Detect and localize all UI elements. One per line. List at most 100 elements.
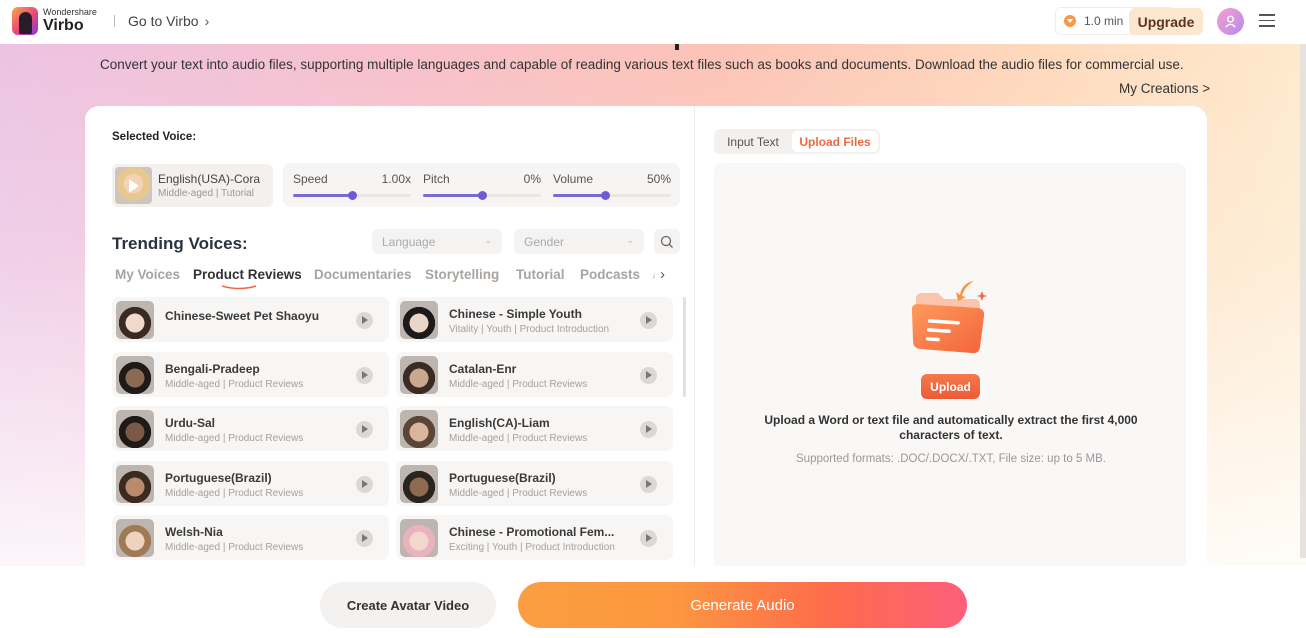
language-placeholder: Language	[382, 234, 436, 249]
user-avatar[interactable]	[1217, 8, 1244, 35]
speed-value: 1.00x	[381, 172, 411, 186]
search-icon	[660, 235, 673, 248]
tab-input-text[interactable]: Input Text	[716, 131, 790, 152]
play-preview-icon[interactable]	[640, 421, 657, 438]
speed-track[interactable]	[293, 191, 411, 200]
voice-list-item[interactable]: Portuguese(Brazil) Middle-aged | Product …	[396, 460, 673, 506]
my-creations-link[interactable]: My Creations >	[1119, 81, 1210, 96]
voice-list-item[interactable]: Urdu-Sal Middle-aged | Product Reviews	[112, 406, 389, 451]
tab-my-voices[interactable]: My Voices	[115, 267, 180, 282]
volume-slider[interactable]: Volume 50%	[553, 163, 671, 207]
voice-name: Portuguese(Brazil)	[449, 470, 556, 485]
selected-voice-avatar-play-icon[interactable]	[115, 167, 152, 204]
voice-list-item[interactable]: Catalan-Enr Middle-aged | Product Reviews	[396, 351, 673, 397]
voice-tags: Middle-aged | Product Reviews	[165, 378, 304, 390]
chevron-right-icon: ›	[204, 13, 210, 29]
voice-list-item[interactable]: Chinese - Promotional Fem... Exciting | Y…	[396, 515, 673, 560]
voice-list-item[interactable]: Portuguese(Brazil) Middle-aged | Product …	[112, 460, 389, 506]
create-avatar-video-button[interactable]: Create Avatar Video	[320, 582, 496, 628]
active-tab-underline	[221, 285, 257, 290]
logo-product: Virbo	[43, 17, 84, 34]
page-scrollbar[interactable]	[1300, 44, 1306, 558]
selected-voice-tags: Middle-aged | Tutorial	[158, 188, 254, 199]
voice-name: Welsh-Nia	[165, 525, 223, 539]
gender-dropdown[interactable]: Gender ⌄	[514, 229, 644, 254]
selected-voice-card[interactable]: English(USA)-Cora Middle-aged | Tutorial	[112, 164, 273, 207]
page-subtitle: Convert your text into audio files, supp…	[100, 57, 1184, 72]
voice-list-item[interactable]: Chinese - Simple Youth Vitality | Youth |…	[396, 297, 673, 342]
voice-name: Chinese - Promotional Fem...	[449, 525, 615, 539]
tab-upload-files[interactable]: Upload Files	[792, 131, 878, 152]
pitch-knob[interactable]	[478, 191, 487, 200]
upload-description: Upload a Word or text file and automatic…	[764, 413, 1138, 442]
voice-tags: Vitality | Youth | Product Introduction	[449, 324, 610, 335]
voice-list-item[interactable]: Welsh-Nia Middle-aged | Product Reviews	[112, 515, 389, 560]
logo[interactable]: Wondershare Virbo	[12, 7, 97, 35]
voice-list-scrollbar[interactable]	[683, 297, 686, 397]
play-preview-icon[interactable]	[640, 366, 657, 384]
play-preview-icon[interactable]	[356, 475, 373, 493]
speed-label: Speed	[293, 172, 328, 186]
upload-dropzone[interactable]	[714, 163, 1186, 566]
hamburger-menu-icon[interactable]	[1259, 14, 1275, 28]
pitch-slider[interactable]: Pitch 0%	[423, 163, 541, 207]
speed-slider[interactable]: Speed 1.00x	[293, 163, 411, 207]
top-bar: Wondershare Virbo Go to Virbo › 1.0 min …	[0, 0, 1306, 44]
voice-avatar	[116, 301, 154, 339]
play-preview-icon[interactable]	[640, 475, 657, 493]
tabs-next-chevron-icon[interactable]: ›	[660, 266, 665, 283]
voice-list-item[interactable]: Bengali-Pradeep Middle-aged | Product Rev…	[112, 351, 389, 397]
speed-knob[interactable]	[348, 191, 357, 200]
go-to-virbo-label: Go to Virbo	[128, 13, 199, 29]
volume-value: 50%	[646, 172, 671, 186]
selected-voice-name: English(USA)-Cora	[158, 172, 261, 186]
upgrade-button[interactable]: Upgrade	[1129, 8, 1203, 35]
voice-avatar	[400, 355, 438, 394]
play-preview-icon[interactable]	[356, 421, 373, 438]
voice-avatar	[400, 301, 438, 339]
volume-track[interactable]	[553, 191, 671, 200]
upload-button[interactable]: Upload	[921, 374, 980, 399]
voice-list-item[interactable]: Chinese-Sweet Pet Shaoyu	[112, 297, 389, 342]
play-preview-icon[interactable]	[640, 312, 657, 329]
voice-name: Portuguese(Brazil)	[165, 470, 272, 485]
tab-documentaries[interactable]: Documentaries	[314, 267, 412, 282]
voice-avatar	[400, 464, 438, 503]
virbo-logo-icon	[12, 7, 38, 35]
pitch-value: 0%	[523, 172, 541, 186]
selected-voice-label: Selected Voice:	[112, 131, 197, 143]
voice-tags: Middle-aged | Product Reviews	[165, 433, 304, 444]
voice-list-item[interactable]: English(CA)-Liam Middle-aged | Product Re…	[396, 406, 673, 451]
play-preview-icon[interactable]	[356, 530, 373, 547]
trending-voices-title: Trending Voices:	[112, 234, 248, 253]
credit-heart-icon	[1064, 15, 1076, 27]
tab-podcasts[interactable]: Podcasts	[580, 267, 640, 282]
tab-tutorial[interactable]: Tutorial	[516, 267, 565, 282]
play-preview-icon[interactable]	[356, 366, 373, 384]
language-dropdown[interactable]: Language ⌄	[372, 229, 502, 254]
voice-avatar	[116, 410, 154, 448]
play-preview-icon[interactable]	[640, 530, 657, 547]
generate-audio-button[interactable]: Generate Audio	[518, 582, 967, 628]
text-mode-toggle: Input Text Upload Files	[714, 129, 880, 154]
go-to-virbo-link[interactable]: Go to Virbo ›	[128, 13, 209, 29]
chevron-down-icon: ⌄	[484, 235, 492, 245]
volume-knob[interactable]	[600, 191, 610, 200]
credits-value: 1.0 min	[1084, 14, 1124, 28]
pitch-label: Pitch	[423, 172, 450, 186]
chevron-down-icon: ⌄	[626, 235, 634, 245]
supported-formats: Supported formats: .DOC/.DOCX/.TXT, File…	[796, 453, 1106, 465]
voice-avatar	[116, 464, 154, 503]
voice-avatar	[116, 355, 154, 394]
search-button[interactable]	[654, 229, 680, 254]
voice-tags: Middle-aged | Product Reviews	[449, 378, 588, 390]
folder-upload-icon	[911, 281, 988, 354]
tab-product-reviews[interactable]: Product Reviews	[193, 267, 302, 282]
play-preview-icon[interactable]	[356, 312, 373, 329]
voice-tags: Middle-aged | Product Reviews	[449, 487, 588, 499]
tab-storytelling[interactable]: Storytelling	[425, 267, 499, 282]
pitch-track[interactable]	[423, 191, 541, 200]
voice-avatar	[116, 519, 154, 557]
voice-tags: Exciting | Youth | Product Introduction	[449, 542, 615, 553]
tab-more-truncated[interactable]: A	[652, 267, 655, 282]
